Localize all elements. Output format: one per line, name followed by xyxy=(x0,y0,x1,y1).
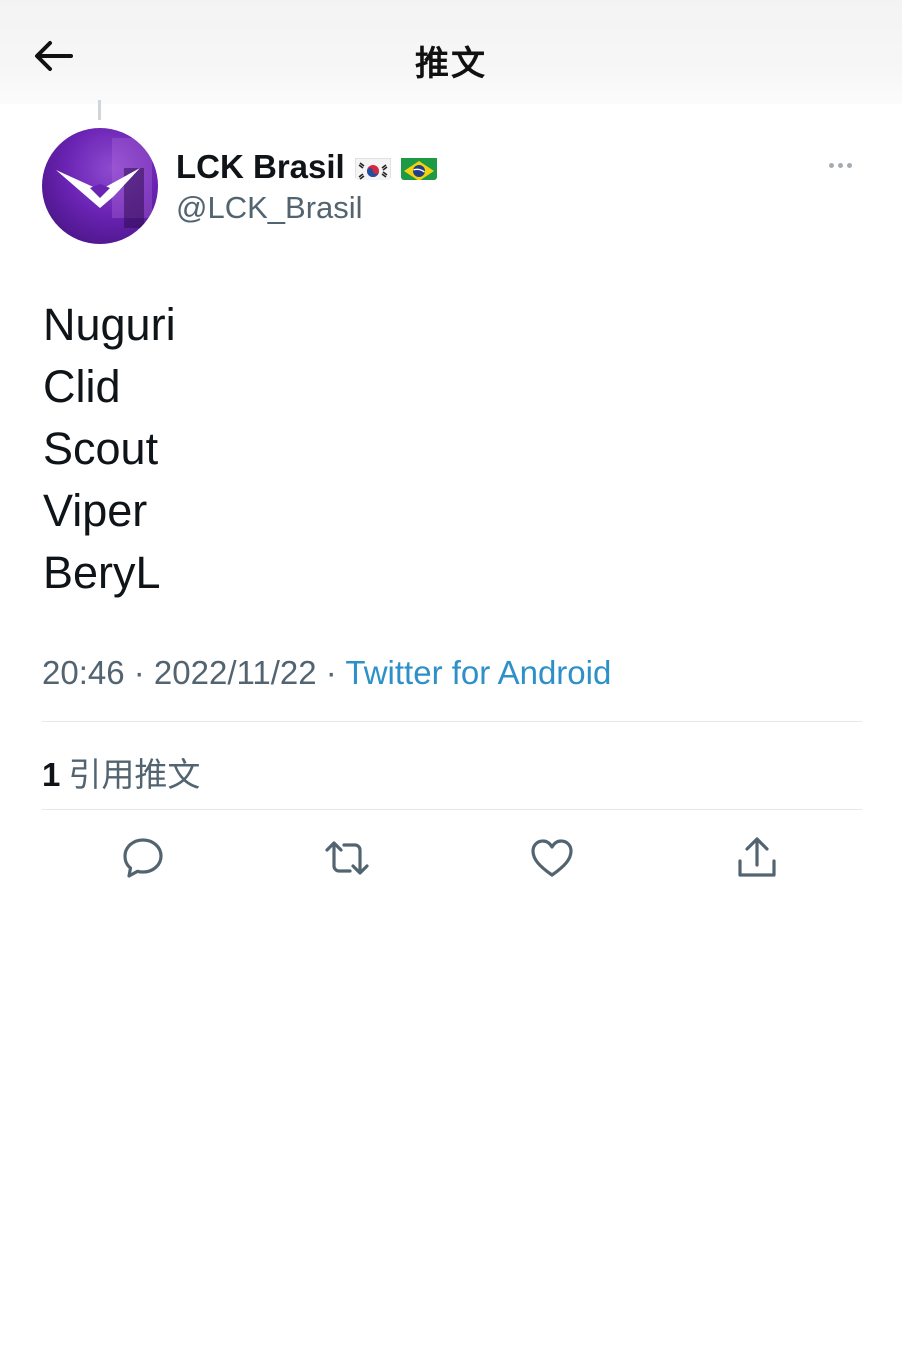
author-display-name[interactable]: LCK Brasil xyxy=(176,148,437,186)
tweet-date: 2022/11/22 xyxy=(153,654,317,691)
quote-label: 引用推文 xyxy=(68,756,201,793)
brazil-flag-icon xyxy=(400,154,437,180)
reply-button[interactable] xyxy=(117,832,169,884)
retweet-icon xyxy=(325,841,369,875)
meta-separator: · xyxy=(316,654,346,691)
tweet-time: 20:46 xyxy=(42,654,125,691)
avatar[interactable] xyxy=(42,128,158,244)
tweet-line: Nuguri xyxy=(43,299,176,350)
quote-count: 1 xyxy=(42,756,61,793)
divider xyxy=(42,809,862,810)
tweet-detail-page: 推文 LCK Brasil @LCK_Brasil Nuguri Clid Sc… xyxy=(0,0,902,1372)
retweet-button[interactable] xyxy=(321,832,373,884)
tweet-text: Nuguri Clid Scout Viper BeryL xyxy=(43,294,176,604)
tweet-line: Scout xyxy=(43,423,159,474)
share-icon xyxy=(738,837,776,877)
share-button[interactable] xyxy=(731,832,783,884)
tweet-source-link[interactable]: Twitter for Android xyxy=(345,654,611,691)
tweet-metadata: 20:46 · 2022/11/22 · Twitter for Android xyxy=(42,654,611,692)
tweet-line: Viper xyxy=(43,485,148,536)
page-title: 推文 xyxy=(415,45,487,83)
more-dot-icon xyxy=(837,162,843,168)
south-korea-flag-icon xyxy=(354,154,391,180)
tweet-line: BeryL xyxy=(43,547,161,598)
top-bar: 推文 xyxy=(0,0,902,104)
thread-connector-line xyxy=(98,100,101,120)
tweet-line: Clid xyxy=(43,361,121,412)
more-dot-icon xyxy=(846,162,852,168)
meta-separator: · xyxy=(124,654,154,691)
like-button[interactable] xyxy=(526,832,578,884)
more-dot-icon xyxy=(828,162,834,168)
divider xyxy=(42,721,862,722)
quote-tweets-stat[interactable]: 1 引用推文 xyxy=(42,748,200,796)
display-name-text: LCK Brasil xyxy=(176,148,345,185)
reply-icon xyxy=(123,838,163,878)
avatar-logo-icon xyxy=(56,138,152,228)
like-icon xyxy=(531,839,573,877)
more-options-button[interactable] xyxy=(820,154,860,176)
author-handle[interactable]: @LCK_Brasil xyxy=(176,190,363,226)
